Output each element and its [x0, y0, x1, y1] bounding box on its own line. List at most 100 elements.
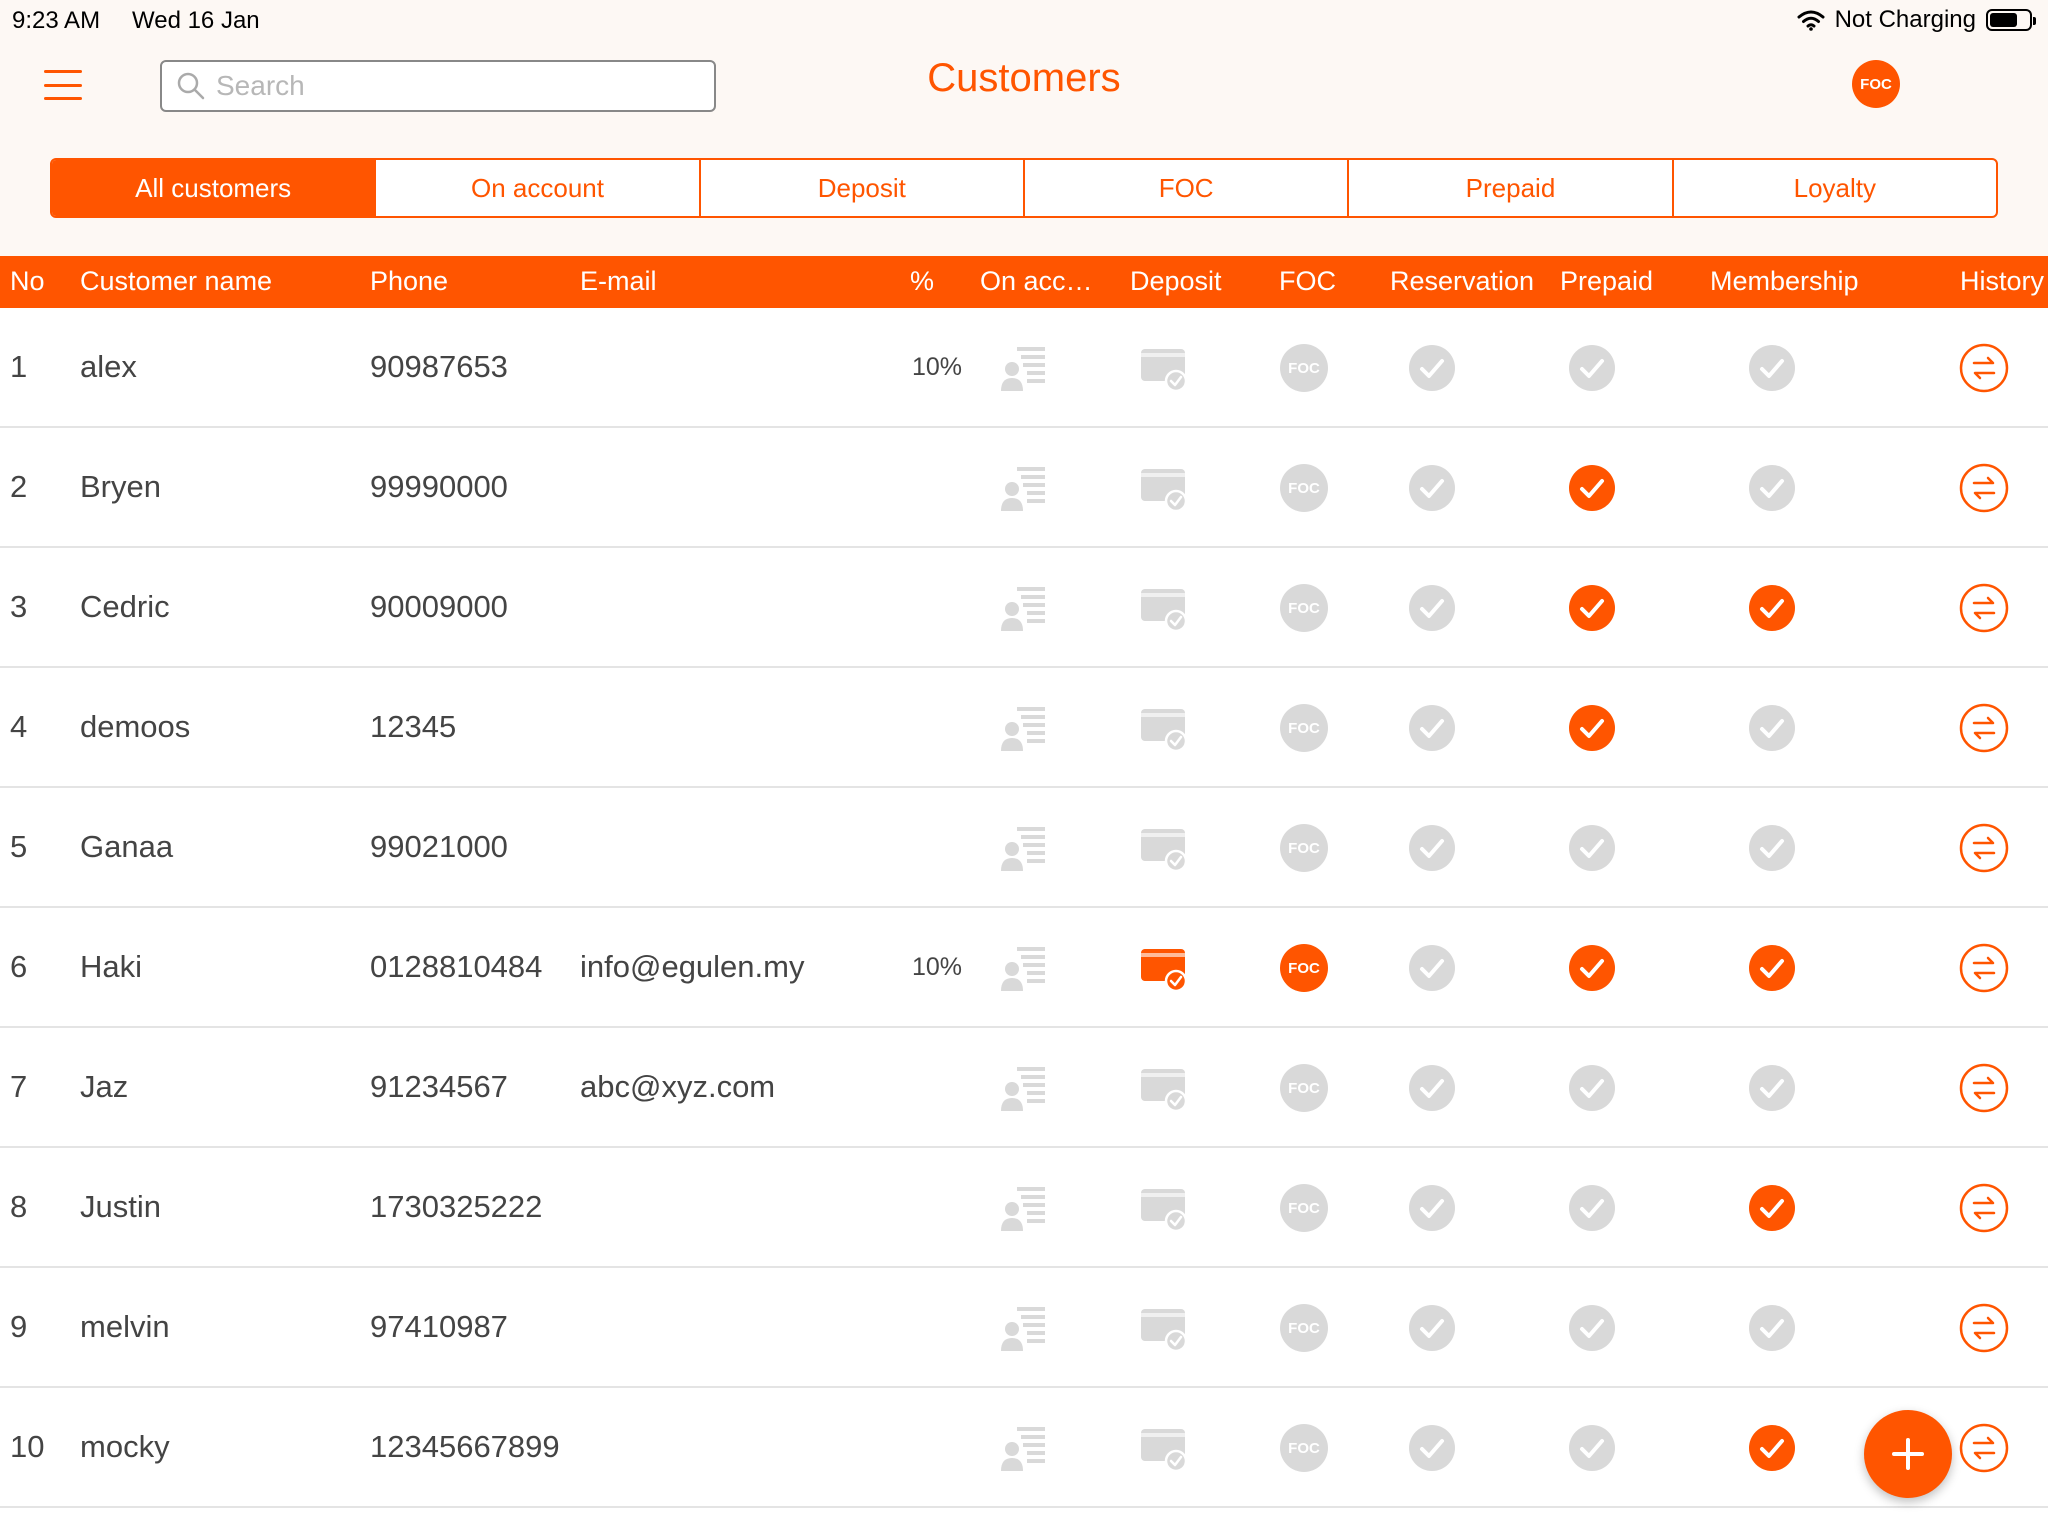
deposit-wallet-icon[interactable] [1138, 1183, 1188, 1233]
membership-check-icon[interactable] [1747, 1063, 1797, 1113]
col-on-account: On acc… [980, 266, 1093, 296]
reservation-check-icon[interactable] [1407, 1183, 1457, 1233]
history-swap-icon[interactable] [1959, 1183, 2009, 1233]
table-row[interactable]: 8 Justin 1730325222 FOC [0, 1148, 2048, 1268]
customer-name: alex [80, 349, 137, 384]
tab-loyalty[interactable]: Loyalty [1671, 160, 1996, 216]
membership-check-icon[interactable] [1747, 343, 1797, 393]
foc-badge-icon[interactable]: FOC [1279, 703, 1329, 753]
tab-foc[interactable]: FOC [1022, 160, 1347, 216]
prepaid-check-icon[interactable] [1567, 1423, 1617, 1473]
reservation-check-icon[interactable] [1407, 1303, 1457, 1353]
customer-name: demoos [80, 709, 191, 744]
reservation-check-icon[interactable] [1407, 1063, 1457, 1113]
reservation-check-icon[interactable] [1407, 823, 1457, 873]
foc-badge-icon[interactable]: FOC [1279, 343, 1329, 393]
foc-badge-icon[interactable]: FOC [1279, 1063, 1329, 1113]
history-swap-icon[interactable] [1959, 943, 2009, 993]
membership-check-icon[interactable] [1747, 1303, 1797, 1353]
history-swap-icon[interactable] [1959, 343, 2009, 393]
reservation-check-icon[interactable] [1407, 343, 1457, 393]
table-row[interactable]: 5 Ganaa 99021000 FOC [0, 788, 2048, 908]
tab-deposit[interactable]: Deposit [698, 160, 1023, 216]
prepaid-check-icon[interactable] [1567, 1063, 1617, 1113]
deposit-wallet-icon[interactable] [1138, 1063, 1188, 1113]
reservation-check-icon[interactable] [1407, 583, 1457, 633]
account-card-icon[interactable] [999, 703, 1049, 753]
table-row[interactable]: 1 alex 90987653 10% FOC [0, 308, 2048, 428]
customer-email: abc@xyz.com [580, 1069, 776, 1104]
foc-badge-icon[interactable]: FOC [1279, 1303, 1329, 1353]
membership-check-icon[interactable] [1747, 703, 1797, 753]
prepaid-check-icon[interactable] [1567, 943, 1617, 993]
account-card-icon[interactable] [999, 823, 1049, 873]
customer-phone: 90009000 [370, 589, 508, 624]
history-swap-icon[interactable] [1959, 463, 2009, 513]
history-swap-icon[interactable] [1959, 1423, 2009, 1473]
foc-badge-icon[interactable]: FOC [1279, 1423, 1329, 1473]
prepaid-check-icon[interactable] [1567, 463, 1617, 513]
deposit-wallet-icon[interactable] [1138, 1423, 1188, 1473]
account-card-icon[interactable] [999, 343, 1049, 393]
reservation-check-icon[interactable] [1407, 943, 1457, 993]
foc-badge-icon[interactable]: FOC [1279, 1183, 1329, 1233]
account-card-icon[interactable] [999, 943, 1049, 993]
customer-name: Jaz [80, 1069, 129, 1104]
prepaid-check-icon[interactable] [1567, 823, 1617, 873]
account-card-icon[interactable] [999, 1063, 1049, 1113]
deposit-wallet-icon[interactable] [1138, 823, 1188, 873]
prepaid-check-icon[interactable] [1567, 703, 1617, 753]
table-header: No Customer name Phone E-mail % On acc… … [0, 256, 2048, 308]
account-card-icon[interactable] [999, 463, 1049, 513]
col-reservation: Reservation [1390, 266, 1535, 296]
prepaid-check-icon[interactable] [1567, 1303, 1617, 1353]
membership-check-icon[interactable] [1747, 1423, 1797, 1473]
customer-phone: 0128810484 [370, 949, 543, 984]
membership-check-icon[interactable] [1747, 463, 1797, 513]
tab-all-customers[interactable]: All customers [52, 160, 375, 216]
table-row[interactable]: 4 demoos 12345 FOC [0, 668, 2048, 788]
table-row[interactable]: 6 Haki 0128810484 info@egulen.my 10% FOC [0, 908, 2048, 1028]
deposit-wallet-icon[interactable] [1138, 583, 1188, 633]
membership-check-icon[interactable] [1747, 943, 1797, 993]
account-card-icon[interactable] [999, 1183, 1049, 1233]
history-swap-icon[interactable] [1959, 583, 2009, 633]
foc-badge-button[interactable]: FOC [1852, 60, 1900, 108]
foc-badge-icon[interactable]: FOC [1279, 583, 1329, 633]
add-customer-button[interactable] [1864, 1410, 1952, 1498]
table-row[interactable]: 3 Cedric 90009000 FOC [0, 548, 2048, 668]
table-row[interactable]: 9 melvin 97410987 FOC [0, 1268, 2048, 1388]
deposit-wallet-icon[interactable] [1138, 943, 1188, 993]
history-swap-icon[interactable] [1959, 703, 2009, 753]
prepaid-check-icon[interactable] [1567, 1183, 1617, 1233]
table-row[interactable]: 10 mocky 12345667899 FOC [0, 1388, 2048, 1508]
membership-check-icon[interactable] [1747, 583, 1797, 633]
reservation-check-icon[interactable] [1407, 1423, 1457, 1473]
foc-badge-icon[interactable]: FOC [1279, 943, 1329, 993]
account-card-icon[interactable] [999, 1423, 1049, 1473]
deposit-wallet-icon[interactable] [1138, 703, 1188, 753]
prepaid-check-icon[interactable] [1567, 343, 1617, 393]
reservation-check-icon[interactable] [1407, 703, 1457, 753]
col-prepaid: Prepaid [1560, 266, 1654, 296]
deposit-wallet-icon[interactable] [1138, 343, 1188, 393]
history-swap-icon[interactable] [1959, 1063, 2009, 1113]
account-card-icon[interactable] [999, 583, 1049, 633]
prepaid-check-icon[interactable] [1567, 583, 1617, 633]
col-customer-name[interactable]: Customer name [80, 266, 272, 297]
foc-badge-icon[interactable]: FOC [1279, 463, 1329, 513]
membership-check-icon[interactable] [1747, 1183, 1797, 1233]
membership-check-icon[interactable] [1747, 823, 1797, 873]
tab-on-account[interactable]: On account [374, 160, 698, 216]
account-card-icon[interactable] [999, 1303, 1049, 1353]
table-row[interactable]: 7 Jaz 91234567 abc@xyz.com FOC [0, 1028, 2048, 1148]
foc-badge-label: FOC [1288, 599, 1320, 617]
history-swap-icon[interactable] [1959, 823, 2009, 873]
deposit-wallet-icon[interactable] [1138, 1303, 1188, 1353]
deposit-wallet-icon[interactable] [1138, 463, 1188, 513]
reservation-check-icon[interactable] [1407, 463, 1457, 513]
foc-badge-icon[interactable]: FOC [1279, 823, 1329, 873]
table-row[interactable]: 2 Bryen 99990000 FOC [0, 428, 2048, 548]
history-swap-icon[interactable] [1959, 1303, 2009, 1353]
tab-prepaid[interactable]: Prepaid [1347, 160, 1671, 216]
